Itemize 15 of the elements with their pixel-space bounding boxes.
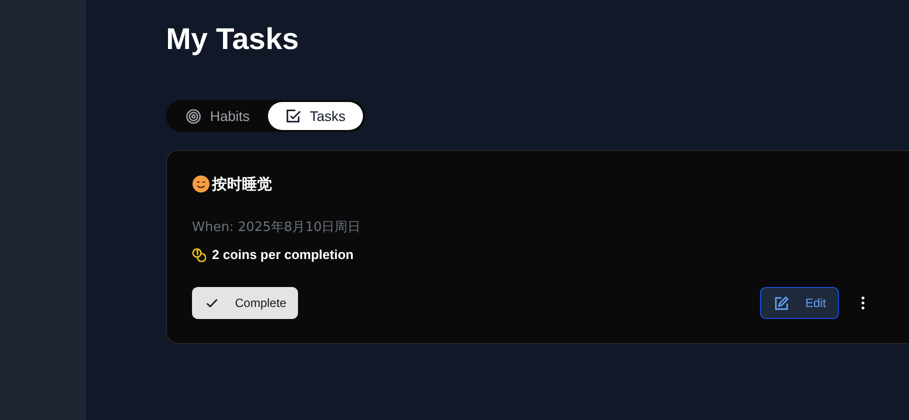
more-icon [861,296,865,310]
tab[interactable]: Habits [168,102,268,130]
reward-text: 2 coins per completion [212,246,354,264]
coins-icon [192,248,206,262]
page-title: My Tasks [166,22,299,58]
task-date: When: 2025年8月10日周日 [192,218,361,236]
check-icon [205,296,219,310]
checkbox-icon [286,108,301,124]
complete-button[interactable]: Complete [192,287,298,319]
tab[interactable]: Tasks [268,102,364,130]
task-title: 按时睡觉 [212,174,272,195]
edit-icon [774,296,790,310]
smiley-icon [192,175,210,194]
target-icon [186,108,201,124]
edit-button[interactable]: Edit [760,287,839,319]
